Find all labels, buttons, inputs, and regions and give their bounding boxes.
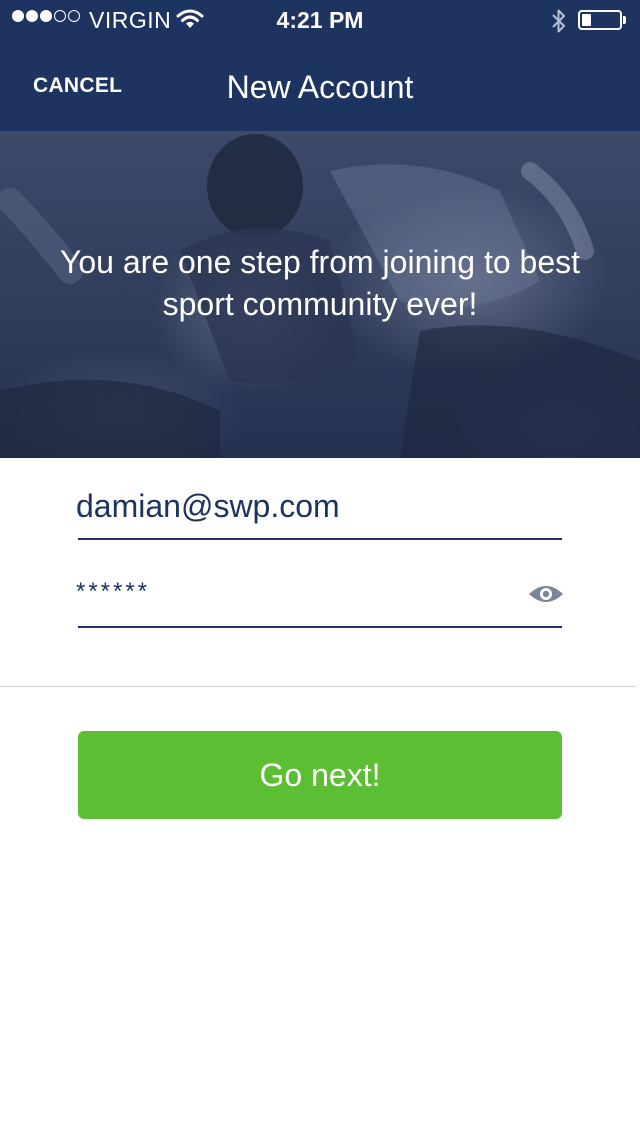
navigation-bar: VIRGIN 4:21 PM CANCEL New Account [0,0,640,131]
email-field[interactable]: damian@swp.com [76,486,562,540]
hero-banner: You are one step from joining to best sp… [0,131,640,458]
battery-cap [623,16,626,24]
section-divider [0,686,636,687]
go-next-button[interactable]: Go next! [78,731,562,819]
battery-level [582,14,591,26]
page-title: New Account [226,69,414,105]
bluetooth-icon [551,8,567,39]
status-bar: VIRGIN 4:21 PM [0,0,640,40]
email-input-value[interactable]: damian@swp.com [76,488,340,525]
status-time: 4:21 PM [276,7,364,33]
hero-message: You are one step from joining to best sp… [59,244,581,322]
password-field[interactable]: ****** [76,574,564,628]
battery-icon [578,10,622,30]
password-input-value[interactable]: ****** [76,578,150,606]
eye-icon[interactable] [528,582,564,611]
